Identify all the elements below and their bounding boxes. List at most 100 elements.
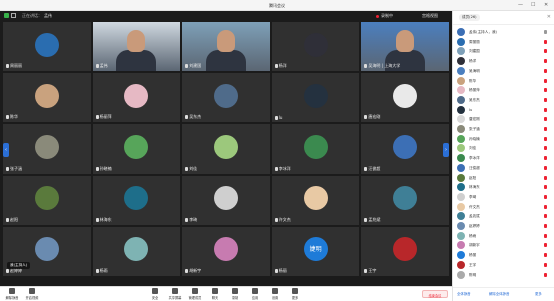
mic-icon[interactable] [544, 233, 547, 238]
participant-tile[interactable]: 李琦 [182, 175, 270, 225]
participant-tile[interactable]: 孟兆斌 [361, 175, 449, 225]
maximize-icon[interactable]: ☐ [531, 2, 535, 8]
participant-tile[interactable]: 周丽丽 [3, 22, 91, 72]
more-button[interactable]: 更多 [286, 288, 304, 301]
mic-icon[interactable] [544, 243, 547, 248]
participant-tile[interactable]: 吴海明 | 上海大学 [361, 22, 449, 72]
member-list-item[interactable]: 孙晓楠 [457, 134, 551, 145]
member-list-item[interactable]: 汪俊超 [457, 163, 551, 174]
mic-icon[interactable] [544, 88, 547, 93]
participant-tile[interactable]: 杨雨 [92, 226, 181, 276]
unmute-all-button[interactable]: 解除全体静音 [489, 291, 509, 298]
mic-icon[interactable] [544, 30, 547, 34]
participant-tile[interactable]: 林海东 [92, 175, 181, 225]
participant-tile[interactable]: 刘佳 [182, 124, 270, 174]
end-meeting-button[interactable]: 结束会议 [422, 290, 448, 298]
mic-icon[interactable] [544, 194, 547, 199]
participant-tile[interactable]: 杨丽萍 [92, 73, 181, 123]
mic-icon[interactable] [544, 68, 547, 73]
participant-tile[interactable]: 婕明 杨丽 [271, 226, 360, 276]
participant-tile[interactable]: lu [271, 73, 360, 123]
mic-icon[interactable] [544, 175, 547, 180]
mic-icon[interactable] [544, 253, 547, 258]
participant-tile[interactable]: 张子涵 [3, 124, 91, 174]
mic-icon[interactable] [544, 49, 547, 54]
participant-tile[interactable]: 陈华 [3, 73, 91, 123]
participant-tile[interactable]: 许文杰 [271, 175, 360, 225]
chat-button[interactable]: 聊天 [206, 288, 224, 301]
member-list-item[interactable]: 陈华 [457, 76, 551, 87]
apps-button[interactable]: 应用 [246, 288, 264, 301]
mic-icon[interactable] [544, 165, 547, 170]
more-button[interactable]: 更多 [535, 291, 542, 298]
member-list-item[interactable]: 林海东 [457, 183, 551, 193]
member-list-item[interactable]: 李琦 [457, 192, 551, 203]
member-list-item[interactable]: 陈明 [457, 270, 551, 281]
mic-icon[interactable] [544, 146, 547, 151]
minimize-icon[interactable]: — [518, 2, 523, 8]
mic-icon[interactable] [544, 127, 547, 131]
participant-tile[interactable]: 汪俊超 [361, 124, 449, 174]
mic-icon[interactable] [544, 156, 547, 161]
member-list-item[interactable]: 胡新宇 [457, 241, 551, 251]
member-list-item[interactable]: 杨丽 [457, 251, 551, 261]
mic-icon[interactable] [544, 224, 547, 228]
grid-view-button[interactable]: 宫格视图 [422, 13, 438, 19]
mic-icon[interactable] [544, 214, 547, 219]
mic-icon[interactable] [544, 39, 547, 44]
member-list-item[interactable]: 许文杰 [457, 202, 551, 213]
member-list-item[interactable]: 李冰洋 [457, 154, 551, 164]
participant-tile[interactable]: 吴东杰 [182, 73, 270, 123]
network-icon[interactable] [11, 13, 16, 18]
member-list-item[interactable]: 唐宏刚 [457, 115, 551, 125]
meeting-info-icon[interactable] [4, 13, 9, 18]
member-list-item[interactable]: 杨雨 [457, 231, 551, 242]
participant-tile[interactable]: 孟伟 [92, 22, 181, 72]
camera-button[interactable]: 开启视频 [23, 288, 41, 301]
security-button[interactable]: 安全 [146, 288, 164, 301]
member-list-item[interactable]: 吴海明 [457, 66, 551, 77]
close-icon[interactable]: ✕ [544, 2, 548, 8]
member-list-item[interactable]: 杨洋 [457, 57, 551, 67]
member-list-item[interactable]: 刘佳 [457, 144, 551, 154]
prev-page-arrow-icon[interactable]: ‹ [3, 143, 9, 157]
close-panel-icon[interactable]: ✕ [547, 14, 551, 20]
mic-icon[interactable] [544, 78, 547, 83]
participant-tile[interactable]: 李冰洋 [271, 124, 360, 174]
participant-tile[interactable]: 胡新宇 [182, 226, 270, 276]
mute-all-button[interactable]: 全体静音 [457, 291, 471, 298]
member-list-item[interactable]: 赵婷婷 [457, 222, 551, 232]
mic-icon[interactable] [544, 185, 547, 190]
member-list-item[interactable]: 张子涵 [457, 125, 551, 135]
share-button[interactable]: 共享屏幕 [166, 288, 184, 301]
member-list-item[interactable]: 孟伟(主持人，我) [457, 28, 551, 38]
mic-icon[interactable] [544, 117, 547, 122]
mic-icon[interactable] [544, 59, 547, 64]
mic-icon[interactable] [544, 262, 547, 267]
member-list-item[interactable]: 王宇 [457, 260, 551, 271]
recording-indicator[interactable]: 录制中 [376, 13, 393, 19]
mic-icon[interactable] [544, 136, 547, 141]
member-list-item[interactable]: 周丽丽 [457, 37, 551, 48]
participant-tile[interactable]: 刘建国 [182, 22, 270, 72]
members-button[interactable]: 管理成员 [186, 288, 204, 301]
member-list-item[interactable]: lu [457, 105, 551, 116]
participant-tile[interactable]: 孙晓楠 [92, 124, 181, 174]
member-list-item[interactable]: 孟兆斌 [457, 212, 551, 222]
member-list-item[interactable]: 赵阳 [457, 173, 551, 184]
mic-icon[interactable] [544, 204, 547, 209]
participant-tile[interactable]: 王宇 [361, 226, 449, 276]
participant-tile[interactable]: 唐宏刚 [361, 73, 449, 123]
member-list-item[interactable]: 吴东杰 [457, 95, 551, 106]
record-button[interactable]: 录制 [226, 288, 244, 301]
participant-tile[interactable]: 赵阳 [3, 175, 91, 225]
mic-button[interactable]: 解除静音 [3, 288, 21, 301]
mic-icon[interactable] [544, 272, 547, 277]
member-tab[interactable]: 成员(26) [459, 14, 480, 21]
mic-icon[interactable] [544, 97, 547, 102]
mic-icon[interactable] [544, 107, 547, 112]
participant-tile[interactable]: 杨洋 [271, 22, 360, 72]
member-list-item[interactable]: 杨丽萍 [457, 86, 551, 96]
member-list-item[interactable]: 刘建国 [457, 47, 551, 57]
next-page-arrow-icon[interactable]: › [443, 143, 449, 157]
